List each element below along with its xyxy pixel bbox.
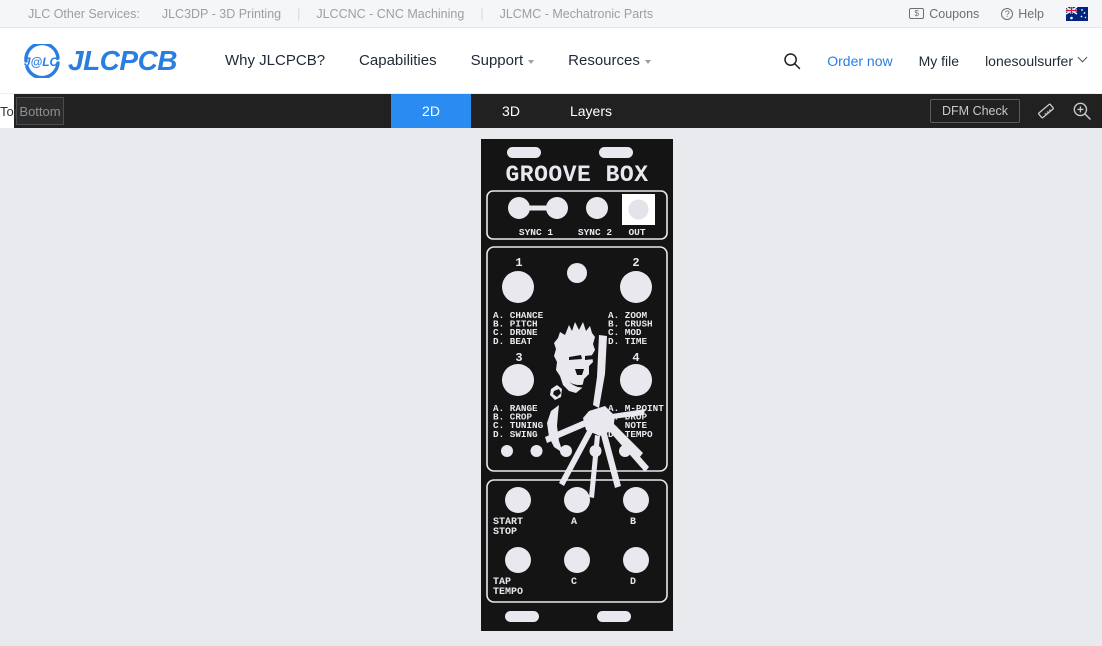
user-menu[interactable]: lonesoulsurfer	[985, 52, 1088, 69]
trace-sync1	[519, 205, 557, 211]
view-tab-label: 2D	[422, 103, 440, 119]
knob-pad-center-top	[567, 263, 587, 283]
silkscreen-label: D. BEAT	[493, 336, 532, 347]
utility-bar: JLC Other Services: JLC3DP - 3D Printing…	[0, 0, 1102, 28]
button-pad-start-stop	[505, 487, 531, 513]
separator: |	[480, 6, 484, 21]
side-tab-top[interactable]: Top	[0, 94, 21, 128]
ruler-icon[interactable]	[1036, 101, 1056, 121]
knob-pad-3	[502, 364, 534, 396]
button-pad-a	[564, 487, 590, 513]
username-label: lonesoulsurfer	[985, 52, 1073, 69]
mount-slot-top-right	[599, 147, 633, 158]
silkscreen-label: D. SWING	[493, 429, 538, 440]
pcb-silkscreen: GROOVE BOX SYNC 1 SYNC 2 OUT 1 2 A. CHAN…	[481, 139, 673, 631]
link-jlc3dp[interactable]: JLC3DP - 3D Printing	[162, 7, 281, 21]
utility-links: JLC Other Services: JLC3DP - 3D Printing…	[28, 7, 653, 21]
side-tab-label: Bottom	[19, 103, 61, 119]
help-label: Help	[1018, 6, 1044, 21]
order-now-link[interactable]: Order now	[827, 53, 892, 69]
view-tab-label: Layers	[569, 103, 613, 119]
pad-sync2	[586, 197, 608, 219]
silkscreen-label: B	[630, 517, 636, 528]
tab-2d[interactable]: 2D	[391, 94, 471, 128]
coupon-icon: $	[909, 8, 925, 19]
nav-item-capabilities[interactable]: Capabilities	[359, 52, 437, 69]
silkscreen-label: A	[571, 517, 577, 528]
label-sync1: SYNC 1	[519, 227, 554, 238]
help-circle-icon: ?	[1001, 7, 1014, 20]
pad-out-hole	[628, 199, 649, 220]
coupons-label: Coupons	[929, 6, 980, 21]
button-pad-tap-tempo	[505, 547, 531, 573]
tab-3d[interactable]: 3D	[471, 94, 551, 128]
mount-slot-bottom-right	[597, 611, 631, 622]
logo-text: JLCPCB	[68, 44, 178, 76]
pcb-board-preview[interactable]: GROOVE BOX SYNC 1 SYNC 2 OUT 1 2 A. CHAN…	[481, 139, 673, 631]
led-pad	[501, 445, 513, 457]
view-tab-label: 3D	[502, 103, 520, 119]
viewer-toolbar: Top Bottom 2D 3D Layers DFM Check	[0, 94, 1102, 128]
silkscreen-label: D. TIME	[608, 336, 647, 347]
silkscreen-label: TEMPO	[493, 587, 523, 598]
pcb-canvas[interactable]: GROOVE BOX SYNC 1 SYNC 2 OUT 1 2 A. CHAN…	[0, 128, 1102, 646]
nav-item-label: Capabilities	[359, 52, 437, 69]
other-services-label: JLC Other Services:	[28, 6, 140, 21]
toolbar-right-actions: DFM Check	[930, 94, 1102, 128]
silkscreen-label: C	[571, 577, 577, 588]
nav-item-support[interactable]: Support	[471, 52, 535, 69]
australia-flag-icon[interactable]	[1066, 6, 1088, 21]
link-jlccnc[interactable]: JLCCNC - CNC Machining	[316, 7, 464, 21]
knob-number-1: 1	[515, 256, 522, 270]
chevron-down-icon	[1077, 52, 1088, 63]
main-navigation: J@LC JLCPCB Why JLCPCB? Capabilities Sup…	[0, 28, 1102, 94]
separator: |	[297, 6, 301, 21]
pcb-title-text: GROOVE BOX	[505, 162, 648, 188]
knob-pad-2	[620, 271, 652, 303]
search-icon[interactable]	[783, 52, 801, 70]
nav-item-label: Why JLCPCB?	[225, 52, 326, 69]
nav-item-why-jlcpcb[interactable]: Why JLCPCB?	[225, 52, 325, 69]
tab-layers[interactable]: Layers	[551, 94, 631, 128]
nav-right-actions: Order now My file lonesoulsurfer	[783, 52, 1088, 70]
knob-pad-1	[502, 271, 534, 303]
chevron-down-icon	[644, 59, 651, 64]
board-side-tabs: Top Bottom	[0, 94, 64, 128]
label-out: OUT	[628, 227, 645, 238]
led-pad	[530, 445, 543, 457]
mount-slot-top-left	[507, 147, 541, 158]
side-tab-bottom[interactable]: Bottom	[16, 97, 64, 125]
nav-item-label: Resources	[568, 52, 640, 69]
mount-slot-bottom-left	[505, 611, 539, 622]
jlcpcb-logo[interactable]: J@LC JLCPCB	[22, 43, 178, 78]
button-pad-d	[623, 547, 649, 573]
coupons-button[interactable]: $ Coupons	[909, 7, 979, 21]
view-mode-tabs: 2D 3D Layers	[391, 94, 631, 128]
jlc-logo-icon: J@LC	[22, 43, 62, 78]
silkscreen-label: D	[630, 577, 636, 588]
knob-labels-bottom-left: A. RANGEB. CROPC. TUNINGD. SWING	[493, 403, 544, 440]
label-sync2: SYNC 2	[578, 227, 613, 238]
nav-item-label: Support	[470, 52, 524, 69]
knob-number-3: 3	[515, 351, 522, 365]
button-pad-c	[564, 547, 590, 573]
help-button[interactable]: ? Help	[1001, 7, 1044, 21]
svg-text:J@LC: J@LC	[24, 55, 59, 69]
my-file-link[interactable]: My file	[919, 53, 959, 69]
nav-item-resources[interactable]: Resources	[568, 52, 651, 69]
knob-pad-4	[620, 364, 652, 396]
zoom-in-icon[interactable]	[1072, 101, 1092, 121]
link-jlcmc[interactable]: JLCMC - Mechatronic Parts	[500, 7, 654, 21]
silkscreen-label: STOP	[493, 527, 517, 538]
knob-number-2: 2	[632, 256, 639, 270]
knob-number-4: 4	[632, 351, 639, 365]
button-pad-b	[623, 487, 649, 513]
nav-items: Why JLCPCB? Capabilities Support Resourc…	[225, 52, 651, 69]
knob-labels-top-right: A. ZOOMB. CRUSHC. MODD. TIME	[608, 310, 653, 347]
dfm-check-button[interactable]: DFM Check	[930, 99, 1020, 123]
utility-actions: $ Coupons ? Help	[909, 6, 1088, 21]
chevron-down-icon	[528, 59, 535, 64]
